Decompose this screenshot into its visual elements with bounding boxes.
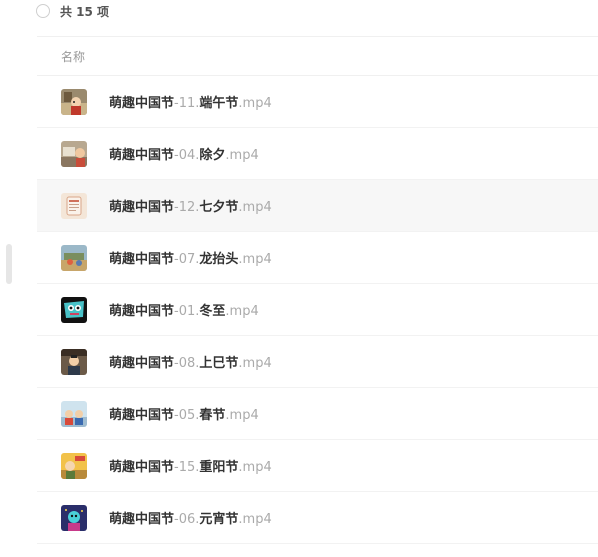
file-name[interactable]: 萌趣中国节-08.上巳节.mp4: [109, 352, 272, 371]
file-row[interactable]: 萌趣中国节-15.重阳节.mp4: [37, 440, 598, 492]
file-name-title: 重阳节: [199, 460, 239, 475]
file-list: 名称 萌趣中国节-11.端午节.mp4 萌趣中国节-04.除夕.mp4 萌趣中国…: [37, 36, 598, 544]
file-name-title: 元宵节: [199, 512, 239, 527]
file-name-series: 萌趣中国节: [109, 356, 175, 371]
file-name-title: 龙抬头: [199, 252, 239, 267]
file-row[interactable]: 萌趣中国节-04.除夕.mp4: [37, 128, 598, 180]
file-name-series: 萌趣中国节: [109, 304, 175, 319]
file-name-extension: .mp4: [238, 512, 272, 527]
cartoon-thumbnail-icon: [61, 140, 87, 167]
file-name[interactable]: 萌趣中国节-11.端午节.mp4: [109, 92, 272, 111]
file-name-series: 萌趣中国节: [109, 512, 175, 527]
file-name-extension: .mp4: [238, 356, 272, 371]
file-name[interactable]: 萌趣中国节-04.除夕.mp4: [109, 144, 259, 163]
cartoon-thumbnail-icon: [61, 504, 87, 531]
file-row[interactable]: 萌趣中国节-11.端午节.mp4: [37, 76, 598, 128]
cartoon-thumbnail-icon: [61, 244, 87, 271]
file-name-title: 七夕节: [199, 200, 239, 215]
column-header-name[interactable]: 名称: [61, 48, 85, 65]
cartoon-thumbnail-icon: [61, 400, 87, 427]
file-name-index: -04.: [174, 148, 200, 163]
file-name-extension: .mp4: [238, 460, 272, 475]
item-count: 共 15 项: [60, 4, 110, 19]
file-name[interactable]: 萌趣中国节-07.龙抬头.mp4: [109, 248, 272, 267]
file-name[interactable]: 萌趣中国节-05.春节.mp4: [109, 404, 259, 423]
column-header-row: 名称: [37, 36, 598, 76]
file-row[interactable]: 萌趣中国节-07.龙抬头.mp4: [37, 232, 598, 284]
scrollbar-handle[interactable]: [6, 244, 12, 284]
file-name-title: 春节: [199, 408, 226, 423]
file-name-title: 上巳节: [199, 356, 239, 371]
file-name-extension: .mp4: [225, 304, 259, 319]
select-all-radio[interactable]: [36, 4, 50, 18]
file-name[interactable]: 萌趣中国节-01.冬至.mp4: [109, 300, 259, 319]
cartoon-thumbnail-icon: [61, 88, 87, 115]
cartoon-thumbnail-icon: [61, 192, 87, 219]
summary-bar: 共 15 项: [36, 2, 109, 20]
file-name-series: 萌趣中国节: [109, 148, 175, 163]
file-name-series: 萌趣中国节: [109, 96, 175, 111]
cartoon-thumbnail-icon: [61, 348, 87, 375]
file-row[interactable]: 萌趣中国节-12.七夕节.mp4: [37, 180, 598, 232]
file-name-series: 萌趣中国节: [109, 252, 175, 267]
file-name[interactable]: 萌趣中国节-12.七夕节.mp4: [109, 196, 272, 215]
file-name-extension: .mp4: [238, 200, 272, 215]
file-name-index: -08.: [174, 356, 200, 371]
file-name-index: -11.: [174, 96, 200, 111]
file-name-index: -05.: [174, 408, 200, 423]
file-name-series: 萌趣中国节: [109, 460, 175, 475]
file-name-title: 端午节: [199, 96, 239, 111]
file-name-index: -06.: [174, 512, 200, 527]
file-name-index: -15.: [174, 460, 200, 475]
file-row[interactable]: 萌趣中国节-06.元宵节.mp4: [37, 492, 598, 544]
file-name-extension: .mp4: [238, 96, 272, 111]
cartoon-thumbnail-icon: [61, 296, 87, 323]
file-row[interactable]: 萌趣中国节-05.春节.mp4: [37, 388, 598, 440]
file-name-title: 冬至: [199, 304, 226, 319]
file-row[interactable]: 萌趣中国节-08.上巳节.mp4: [37, 336, 598, 388]
file-name[interactable]: 萌趣中国节-06.元宵节.mp4: [109, 508, 272, 527]
file-name-index: -07.: [174, 252, 200, 267]
file-row[interactable]: 萌趣中国节-01.冬至.mp4: [37, 284, 598, 336]
file-name-series: 萌趣中国节: [109, 200, 175, 215]
file-name[interactable]: 萌趣中国节-15.重阳节.mp4: [109, 456, 272, 475]
file-name-series: 萌趣中国节: [109, 408, 175, 423]
file-name-index: -12.: [174, 200, 200, 215]
file-name-title: 除夕: [199, 148, 226, 163]
cartoon-thumbnail-icon: [61, 452, 87, 479]
file-name-extension: .mp4: [238, 252, 272, 267]
file-name-extension: .mp4: [225, 148, 259, 163]
file-name-index: -01.: [174, 304, 200, 319]
file-name-extension: .mp4: [225, 408, 259, 423]
